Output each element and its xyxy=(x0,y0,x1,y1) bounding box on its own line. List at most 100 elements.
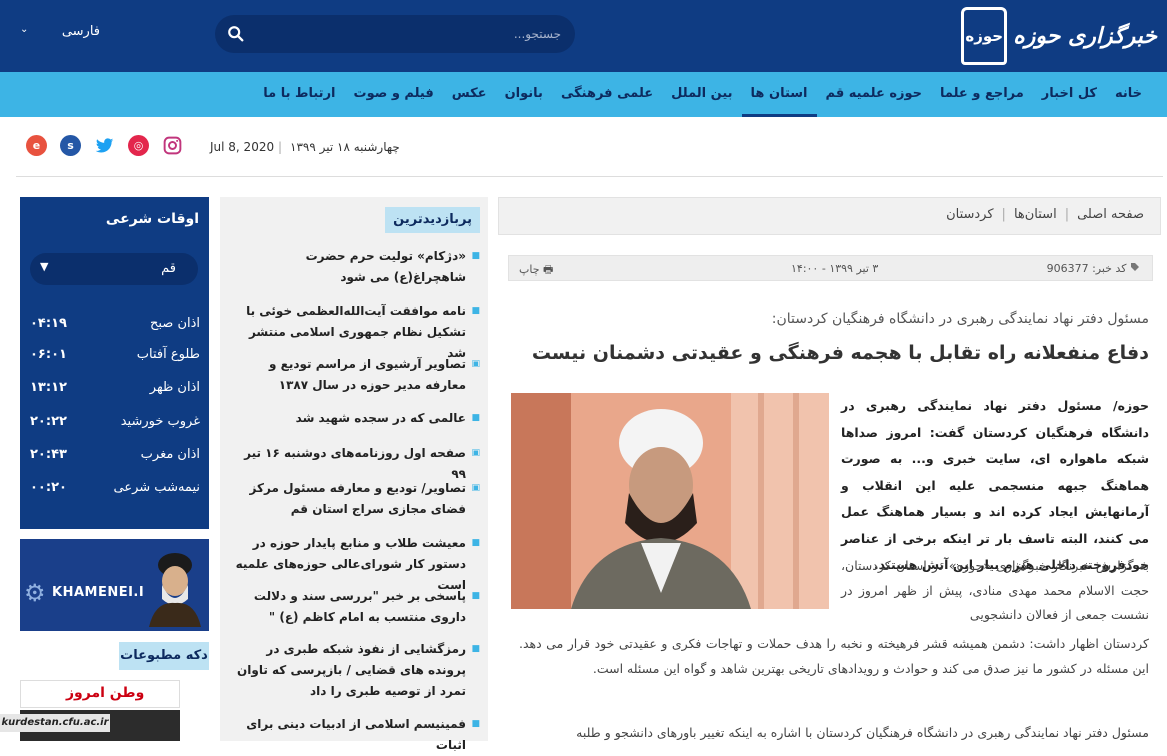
url-overlay: kurdestan.cfu.ac.ir xyxy=(0,714,110,732)
camera-icon: ▣ xyxy=(471,359,480,369)
publications-title: دکه مطبوعات xyxy=(119,642,209,670)
prayer-time-row: اذان مغرب ۲۰:۴۳ xyxy=(30,447,200,469)
prayer-name: اذان مغرب xyxy=(140,447,200,462)
aparat-icon[interactable]: ◎ xyxy=(128,135,149,156)
most-visited-text: «دژکام» تولیت حرم حضرت شاهچراغ(ع) می شود xyxy=(305,249,466,284)
news-code: کد خبر: 906377 xyxy=(1047,262,1140,275)
prayer-time-row: اذان صبح ۰۴:۱۹ xyxy=(30,316,200,338)
search-box xyxy=(215,15,575,53)
prayer-name: نیمه‌شب شرعی xyxy=(113,480,200,495)
tag-icon xyxy=(1131,263,1139,271)
most-visited-text: فمینیسم اسلامی از ادبیات دینی برای اثبات xyxy=(246,717,466,752)
prayer-name: غروب خورشید xyxy=(120,414,200,429)
search-input[interactable] xyxy=(281,24,561,44)
nav-item[interactable]: بین الملل xyxy=(662,72,741,117)
breadcrumb-provinces[interactable]: استان‌ها xyxy=(1014,207,1057,222)
nav-item[interactable]: ارتباط با ما xyxy=(254,72,344,117)
prayer-times-title: اوقات شرعی xyxy=(105,211,199,227)
most-visited-text: عالمی که در سجده شهید شد xyxy=(295,411,466,425)
most-visited-title: پربازدیدترین xyxy=(385,207,480,233)
breadcrumb-separator: | xyxy=(1001,207,1006,222)
most-visited-text: پاسخی بر خبر "بررسی سند و دلالت داروی من… xyxy=(253,589,466,624)
most-visited-item[interactable]: ■ رمزگشایی از نفوذ شبکه طبری در پرونده ها… xyxy=(232,639,480,702)
khamenei-banner[interactable]: ⚙ KHAMENEI.IR xyxy=(20,539,209,631)
prayer-name: طلوع آفتاب xyxy=(136,347,200,362)
gregorian-date: Jul 8, 2020 xyxy=(210,140,275,154)
article-meta-bar: کد خبر: 906377 ۳ تیر ۱۳۹۹ - ۱۴:۰۰ 🖶 چاپ xyxy=(508,255,1153,281)
header-divider xyxy=(16,176,1163,177)
nav-item[interactable]: استان ها xyxy=(741,72,817,117)
news-code-text: کد خبر: 906377 xyxy=(1046,262,1127,275)
bullet-icon: ■ xyxy=(471,591,480,601)
article-lead: حوزه/ مسئول دفتر نهاد نمایندگی رهبری در … xyxy=(841,398,1149,572)
breadcrumb-separator: | xyxy=(1064,207,1070,222)
print-icon: 🖶 xyxy=(543,263,554,276)
breadcrumb: صفحه اصلی | استان‌ها | کردستان xyxy=(498,197,1161,235)
prayer-time-row: طلوع آفتاب ۰۶:۰۱ xyxy=(30,347,200,369)
bullet-icon: ■ xyxy=(471,306,480,316)
newspaper-thumbnail[interactable]: وطن امروز xyxy=(20,680,180,708)
banner-text: KHAMENEI.IR xyxy=(52,585,155,600)
prayer-time-row: نیمه‌شب شرعی ۰۰:۲۰ xyxy=(30,480,200,502)
chevron-down-icon: ▼ xyxy=(40,260,49,273)
nav-item[interactable]: بانوان xyxy=(496,72,552,117)
breadcrumb-kurdistan[interactable]: کردستان xyxy=(946,207,993,222)
article-headline: دفاع منفعلانه راه تقابل با هجمه فرهنگی و… xyxy=(531,342,1149,364)
prayer-time-row: اذان ظهر ۱۳:۱۲ xyxy=(30,380,200,402)
prayer-time: ۰۰:۲۰ xyxy=(30,480,67,495)
instagram-icon[interactable] xyxy=(162,135,183,156)
gear-icon: ⚙ xyxy=(24,579,46,607)
soroush-icon[interactable]: s xyxy=(60,135,81,156)
nav-item[interactable]: مراجع و علما xyxy=(931,72,1033,117)
most-visited-item[interactable]: ■ فمینیسم اسلامی از ادبیات دینی برای اثبا… xyxy=(232,714,480,756)
prayer-time: ۰۶:۰۱ xyxy=(30,347,67,362)
nav-item[interactable]: عکس xyxy=(443,72,496,117)
nav-item[interactable]: فیلم و صوت xyxy=(345,72,443,117)
language-selector[interactable]: فارسی ⌄ xyxy=(20,22,100,44)
site-header: خبرگزاری حوزه حوزه فارسی ⌄ xyxy=(0,0,1167,72)
print-button[interactable]: 🖶 چاپ xyxy=(519,261,553,280)
nav-item[interactable]: کل اخبار xyxy=(1033,72,1106,117)
most-visited-text: تصاویر/ تودیع و معارفه مسئول مرکز فضای م… xyxy=(249,481,466,516)
bullet-icon: ■ xyxy=(471,719,480,729)
chevron-down-icon: ⌄ xyxy=(20,24,29,35)
search-icon[interactable] xyxy=(227,25,245,43)
portrait-image xyxy=(145,545,205,627)
city-label: قم xyxy=(161,261,176,276)
eitaa-icon[interactable]: e xyxy=(26,135,47,156)
article-datetime: ۳ تیر ۱۳۹۹ - ۱۴:۰۰ xyxy=(791,262,879,275)
breadcrumb-home[interactable]: صفحه اصلی xyxy=(1077,207,1144,222)
language-label: فارسی xyxy=(61,24,100,39)
site-logo[interactable]: خبرگزاری حوزه حوزه xyxy=(961,4,1157,68)
date-bar: چهارشنبه ۱۸ تیر ۱۳۹۹ | Jul 8, 2020 e s ◎ xyxy=(0,128,1167,168)
most-visited-item[interactable]: ■ عالمی که در سجده شهید شد xyxy=(232,408,480,429)
most-visited-item[interactable]: ■ «دژکام» تولیت حرم حضرت شاهچراغ(ع) می شو… xyxy=(232,246,480,288)
twitter-icon[interactable] xyxy=(94,135,115,156)
camera-icon: ▣ xyxy=(471,483,480,493)
nav-item[interactable]: خانه xyxy=(1106,72,1151,117)
social-links: e s ◎ xyxy=(26,135,183,156)
date-separator: | xyxy=(278,140,283,154)
prayer-times-widget: اوقات شرعی قم ▼ اذان صبح ۰۴:۱۹ طلوع آفتاب ۰… xyxy=(20,197,209,529)
prayer-time: ۲۰:۴۳ xyxy=(30,447,67,462)
prayer-time: ۲۰:۲۲ xyxy=(30,414,67,429)
nav-item[interactable]: حوزه علمیه قم xyxy=(817,72,932,117)
bullet-icon: ■ xyxy=(471,538,480,548)
persian-date: چهارشنبه ۱۸ تیر ۱۳۹۹ xyxy=(290,140,400,154)
city-selector[interactable]: قم ▼ xyxy=(30,253,198,285)
prayer-time: ۱۳:۱۲ xyxy=(30,380,67,395)
newspaper-name: وطن امروز xyxy=(66,685,145,701)
most-visited-text: رمزگشایی از نفوذ شبکه طبری در پرونده های… xyxy=(237,642,466,698)
bullet-icon: ■ xyxy=(471,644,480,654)
most-visited-item[interactable]: ▣ تصاویر آرشیوی از مراسم تودیع و معارفه م… xyxy=(232,354,480,396)
prayer-name: اذان صبح xyxy=(149,316,200,331)
print-label: چاپ xyxy=(519,263,540,276)
most-visited-item[interactable]: ▣ تصاویر/ تودیع و معارفه مسئول مرکز فضای … xyxy=(232,478,480,520)
main-nav: خانه کل اخبار مراجع و علما حوزه علمیه قم است… xyxy=(0,72,1167,117)
most-visited-item[interactable]: ■ پاسخی بر خبر "بررسی سند و دلالت داروی م… xyxy=(232,586,480,628)
article-photo xyxy=(511,393,829,609)
bullet-icon: ■ xyxy=(471,413,480,423)
article-paragraph: به گزارش خبرنگار خبرگزاری «حوزه» در استا… xyxy=(841,558,1149,622)
nav-item[interactable]: علمی فرهنگی xyxy=(552,72,662,117)
bullet-icon: ■ xyxy=(471,251,480,261)
